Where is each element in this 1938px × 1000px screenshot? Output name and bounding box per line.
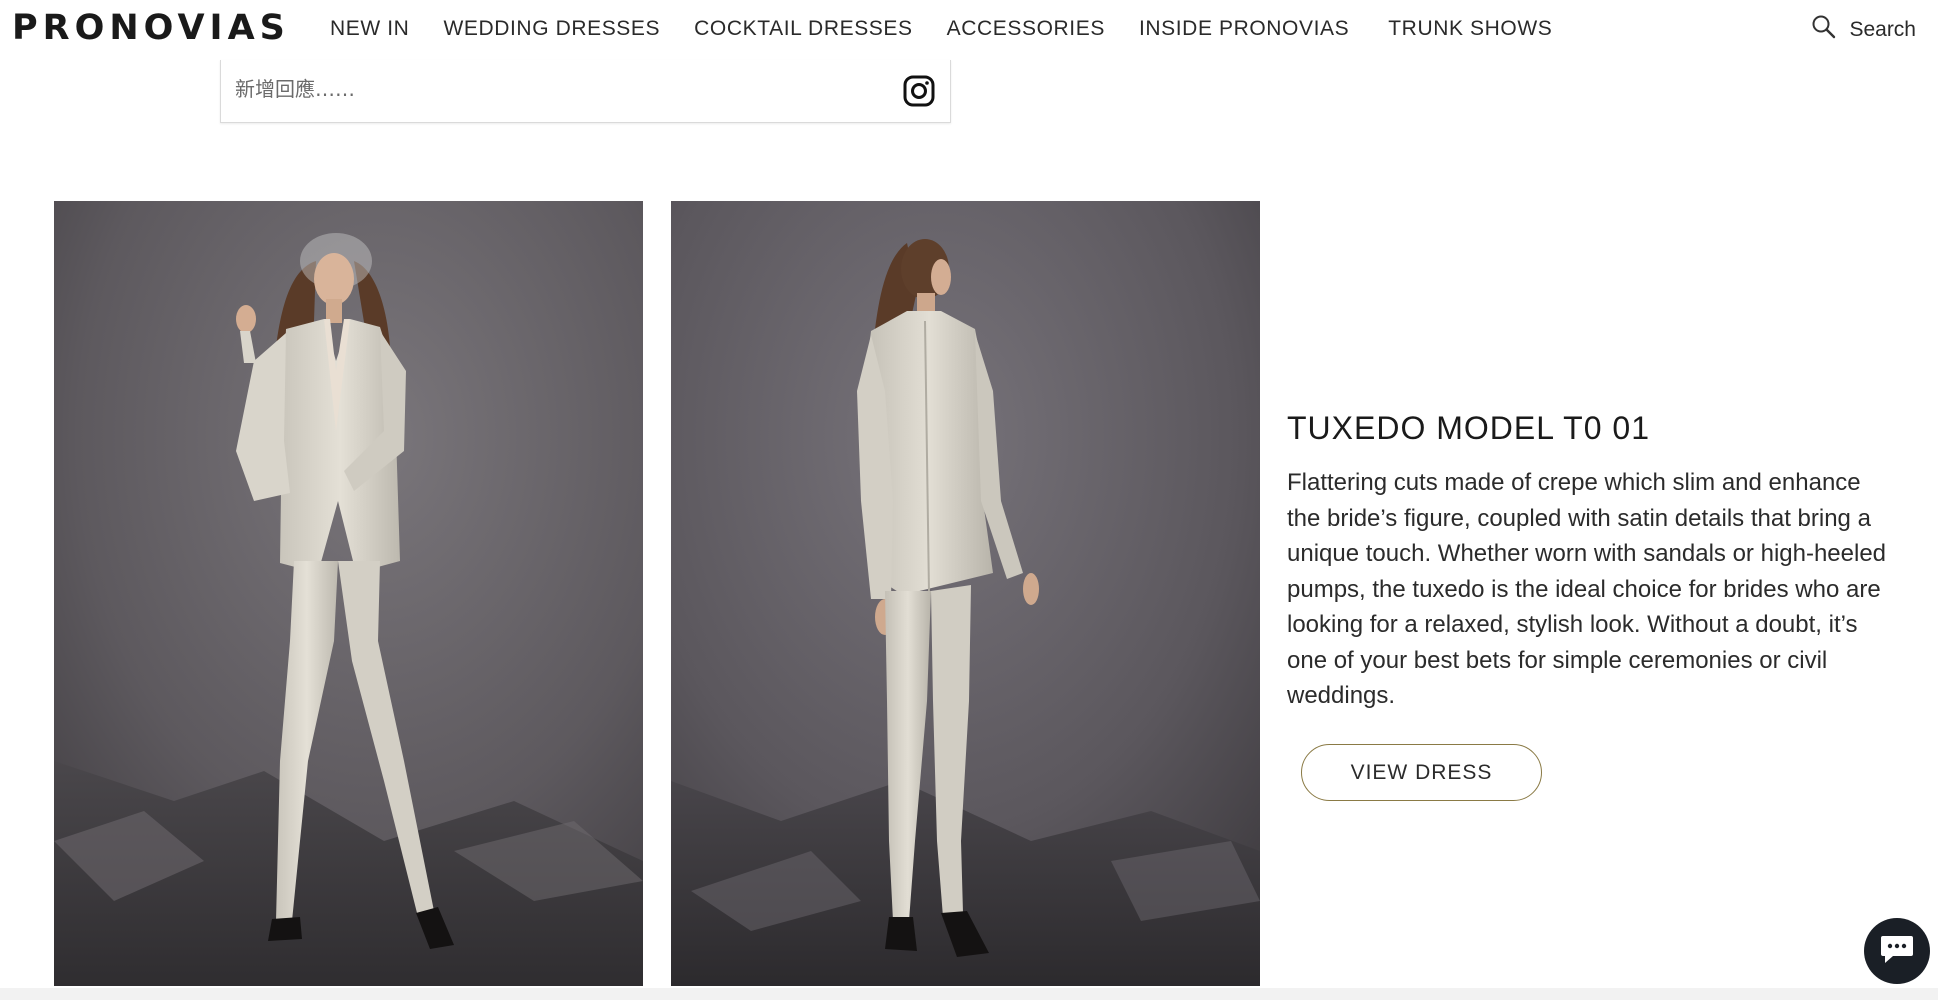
nav-item-accessories[interactable]: ACCESSORIES bbox=[947, 17, 1105, 41]
logo[interactable]: PRONOVIAS bbox=[12, 8, 290, 48]
nav-item-cocktail-dresses[interactable]: COCKTAIL DRESSES bbox=[694, 17, 912, 41]
site-header: PRONOVIAS NEW IN WEDDING DRESSES COCKTAI… bbox=[0, 0, 1938, 58]
nav-item-trunk-shows[interactable]: TRUNK SHOWS bbox=[1388, 17, 1552, 41]
instagram-icon[interactable] bbox=[902, 74, 936, 113]
product-info: TUXEDO MODEL T0 01 Flattering cuts made … bbox=[1287, 410, 1887, 801]
comment-box bbox=[220, 60, 951, 123]
search-button[interactable]: Search bbox=[1811, 14, 1916, 45]
nav-item-wedding-dresses[interactable]: WEDDING DRESSES bbox=[443, 17, 660, 41]
chat-button[interactable] bbox=[1864, 918, 1930, 984]
comment-input[interactable] bbox=[235, 77, 835, 101]
nav-item-inside-pronovias[interactable]: INSIDE PRONOVIAS bbox=[1139, 17, 1349, 41]
product-description: Flattering cuts made of crepe which slim… bbox=[1287, 469, 1887, 709]
product-photo-front[interactable] bbox=[54, 201, 643, 986]
page: PRONOVIAS NEW IN WEDDING DRESSES COCKTAI… bbox=[0, 0, 1938, 1000]
product-photo-back[interactable] bbox=[671, 201, 1260, 986]
nav-item-new-in[interactable]: NEW IN bbox=[330, 17, 409, 41]
view-dress-button[interactable]: VIEW DRESS bbox=[1301, 744, 1542, 801]
product-title: TUXEDO MODEL T0 01 bbox=[1287, 410, 1650, 446]
main-nav: NEW IN WEDDING DRESSES COCKTAIL DRESSES … bbox=[330, 17, 1586, 41]
search-label: Search bbox=[1849, 17, 1916, 41]
chat-icon bbox=[1879, 932, 1915, 971]
bottom-strip bbox=[0, 988, 1938, 1000]
search-icon bbox=[1811, 14, 1837, 45]
